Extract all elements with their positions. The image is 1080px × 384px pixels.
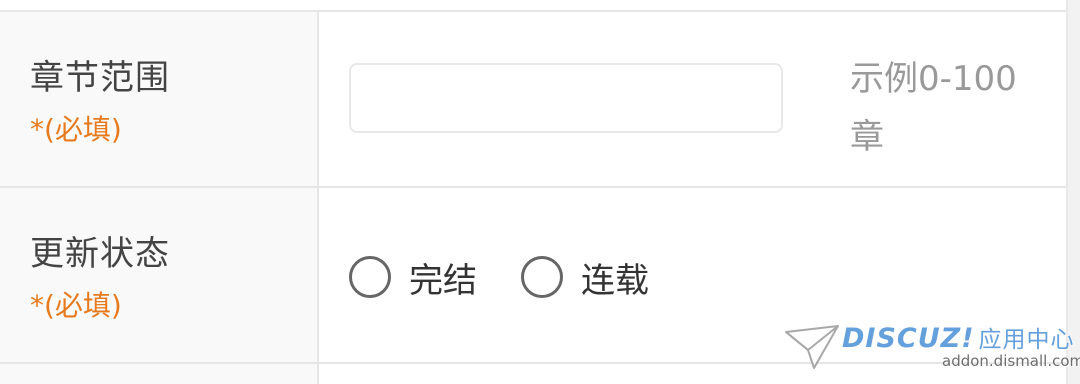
- form-page: 章节范围 *(必填) 示例0-100章 更新状态 *(必填) 完结 连载 DIS…: [0, 0, 1080, 384]
- status-option-serializing[interactable]: 连载: [521, 252, 649, 302]
- next-row-label-cell: [0, 364, 319, 384]
- update-status-label: 更新状态: [30, 234, 170, 274]
- watermark: DISCUZ! 应用中心 addon.dismall.com: [784, 318, 1080, 380]
- chapter-range-label: 章节范围: [30, 58, 170, 98]
- chapter-range-label-cell: 章节范围 *(必填): [0, 12, 319, 186]
- radio-button-finished[interactable]: [349, 256, 391, 298]
- required-marker: *(必填): [30, 289, 122, 322]
- chapter-range-input[interactable]: [349, 63, 783, 133]
- update-status-label-cell: 更新状态 *(必填): [0, 188, 319, 362]
- paper-plane-icon: [785, 325, 839, 369]
- watermark-brand: DISCUZ! 应用中心: [842, 320, 1075, 354]
- status-option-finished[interactable]: 完结: [349, 252, 477, 302]
- required-marker: *(必填): [30, 113, 122, 146]
- watermark-url: addon.dismall.com: [942, 352, 1080, 370]
- chapter-range-hint: 示例0-100章: [850, 59, 1017, 157]
- radio-label-finished: 完结: [409, 260, 477, 301]
- watermark-brand-name: DISCUZ!: [842, 323, 975, 354]
- chapter-range-row: 章节范围 *(必填) 示例0-100章: [0, 12, 1066, 188]
- radio-button-serializing[interactable]: [521, 256, 563, 298]
- radio-label-serializing: 连载: [581, 260, 649, 301]
- watermark-brand-cn: 应用中心: [978, 327, 1075, 353]
